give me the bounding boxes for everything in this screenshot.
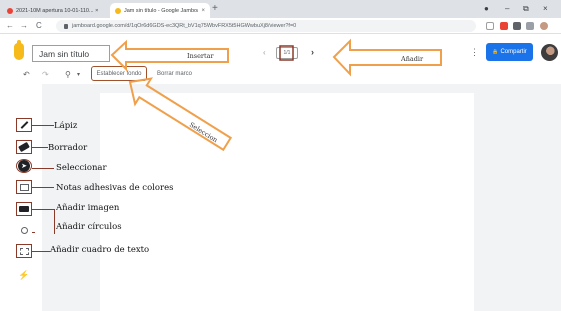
add-arrow <box>332 38 442 77</box>
annotation-add-label: Añadir <box>401 55 424 63</box>
annotation-overlay <box>110 38 442 152</box>
select-arrow <box>128 77 233 152</box>
annotation-insert-label: Insertar <box>187 52 214 60</box>
frame-highlight-box <box>279 45 294 61</box>
